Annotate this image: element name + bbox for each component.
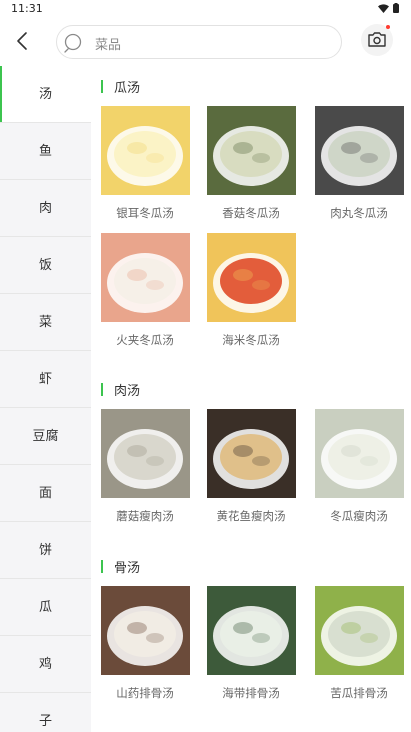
dish-photo	[206, 586, 296, 675]
sidebar-item[interactable]: 肉	[0, 180, 91, 237]
wifi-icon	[378, 3, 389, 13]
dish-name: 山药排骨汤	[116, 686, 174, 700]
dish-card[interactable]: 肉丸冬瓜汤	[309, 106, 409, 221]
sidebar-item[interactable]: 子	[0, 693, 91, 732]
dish-name: 香菇冬瓜汤	[222, 206, 280, 220]
section-title-text: 肉汤	[114, 383, 141, 399]
dish-name: 蘑菇瘦肉汤	[116, 509, 174, 523]
dish-card[interactable]: 海米冬瓜汤	[201, 233, 301, 348]
section-marker	[101, 79, 103, 93]
dish-photo	[100, 409, 190, 498]
dish-photo	[314, 586, 404, 675]
notification-dot	[386, 25, 390, 29]
battery-icon	[393, 3, 399, 13]
sidebar-item[interactable]: 豆腐	[0, 408, 91, 465]
section-marker	[101, 382, 103, 396]
status-time: 11:31	[11, 2, 43, 15]
dish-name: 冬瓜瘦肉汤	[330, 509, 388, 523]
section-title: 肉汤	[101, 379, 140, 399]
section-title-text: 骨汤	[114, 560, 141, 576]
dish-card[interactable]: 山药排骨汤	[95, 586, 195, 701]
sidebar-item[interactable]: 瓜	[0, 579, 91, 636]
dish-name: 肉丸冬瓜汤	[330, 206, 388, 220]
dish-card[interactable]: 香菇冬瓜汤	[201, 106, 301, 221]
dish-name: 苦瓜排骨汤	[330, 686, 388, 700]
dish-card[interactable]: 冬瓜瘦肉汤	[309, 409, 409, 524]
camera-search-button[interactable]	[361, 24, 393, 56]
section-title: 瓜汤	[101, 76, 140, 96]
dish-card[interactable]: 火夹冬瓜汤	[95, 233, 195, 348]
category-sidebar: 汤鱼肉饭菜虾豆腐面饼瓜鸡子	[0, 66, 91, 732]
section-title: 骨汤	[101, 556, 140, 576]
dish-photo	[206, 409, 296, 498]
section-marker	[101, 559, 103, 573]
dish-content: 瓜汤银耳冬瓜汤 香菇冬瓜汤 肉丸冬瓜汤火夹冬瓜汤 海米冬瓜汤肉汤蘑菇瘦肉汤 黄花鱼瘦肉汤…	[91, 66, 411, 732]
dish-photo	[206, 106, 296, 195]
dish-photo	[314, 409, 404, 498]
dish-photo	[100, 233, 190, 322]
sidebar-item[interactable]: 鸡	[0, 636, 91, 693]
status-icons	[378, 3, 399, 13]
back-button[interactable]	[10, 28, 36, 54]
search-placeholder: 菜品	[95, 38, 122, 53]
sidebar-item[interactable]: 面	[0, 465, 91, 522]
dish-card[interactable]: 海带排骨汤	[201, 586, 301, 701]
dish-name: 银耳冬瓜汤	[116, 206, 174, 220]
dish-card[interactable]: 苦瓜排骨汤	[309, 586, 409, 701]
dish-photo	[314, 106, 404, 195]
search-icon	[64, 33, 82, 53]
dish-card[interactable]: 黄花鱼瘦肉汤	[201, 409, 301, 524]
chevron-left-icon	[17, 32, 27, 50]
dish-name: 黄花鱼瘦肉汤	[216, 509, 286, 523]
sidebar-item[interactable]: 菜	[0, 294, 91, 351]
dish-card[interactable]: 蘑菇瘦肉汤	[95, 409, 195, 524]
sidebar-item[interactable]: 鱼	[0, 123, 91, 180]
dish-photo	[206, 233, 296, 322]
dish-photo	[100, 106, 190, 195]
section-title-text: 瓜汤	[114, 80, 141, 96]
sidebar-item[interactable]: 汤	[0, 66, 91, 123]
dish-photo	[100, 586, 190, 675]
status-bar: 11:31	[0, 0, 411, 18]
dish-name: 海米冬瓜汤	[222, 333, 280, 347]
sidebar-item[interactable]: 虾	[0, 351, 91, 408]
search-input[interactable]: 菜品	[56, 25, 342, 59]
dish-name: 火夹冬瓜汤	[116, 333, 174, 347]
sidebar-item[interactable]: 饼	[0, 522, 91, 579]
sidebar-item[interactable]: 饭	[0, 237, 91, 294]
dish-name: 海带排骨汤	[222, 686, 280, 700]
top-bar: 菜品	[0, 18, 411, 64]
dish-card[interactable]: 银耳冬瓜汤	[95, 106, 195, 221]
